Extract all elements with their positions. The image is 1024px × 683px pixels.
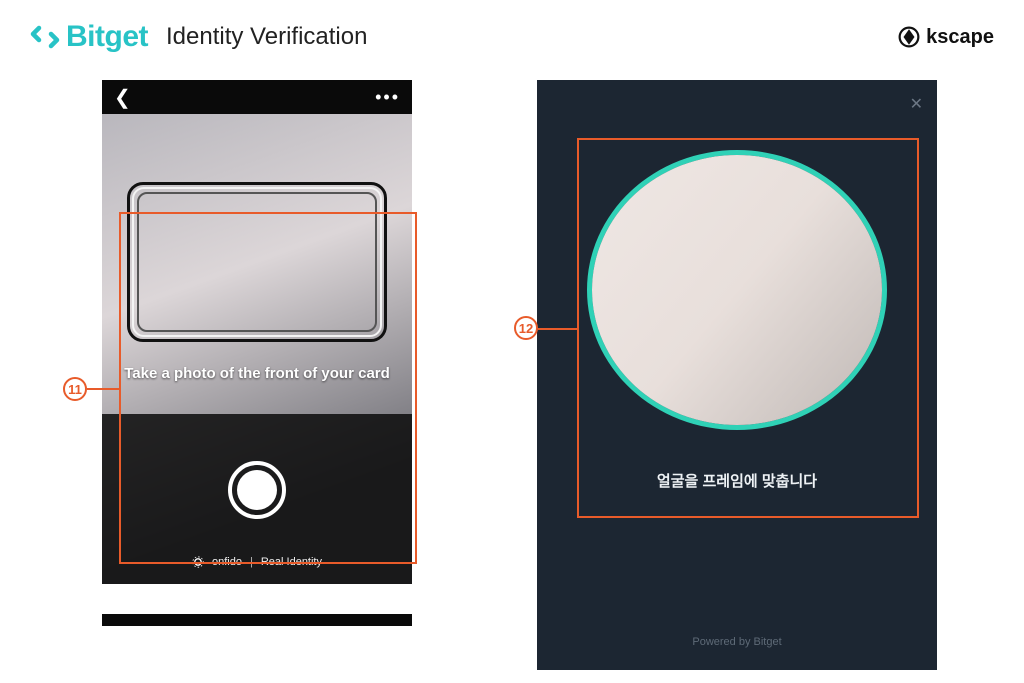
step-12-column: ✕ 얼굴을 프레임에 맞춥니다 Powered by Bitget 12 — [497, 80, 937, 683]
camera-viewport: Take a photo of the front of your card o… — [102, 114, 412, 584]
back-icon[interactable]: ❮ — [114, 85, 131, 110]
page-header: Bitget Identity Verification kscape — [30, 20, 994, 54]
footer-separator: | — [250, 556, 253, 568]
kscape-icon — [898, 26, 920, 48]
close-icon[interactable]: ✕ — [910, 94, 923, 114]
onfido-tag: Real Identity — [261, 556, 322, 568]
bitget-logo: Bitget — [30, 20, 148, 54]
phone-card-capture: ❮ ••• Take a photo of the front of your … — [102, 80, 412, 626]
powered-by: Powered by Bitget — [537, 636, 937, 648]
face-camera-feed — [592, 155, 882, 425]
onfido-label: onfido — [212, 556, 242, 568]
onfido-footer: onfido | Real Identity — [102, 556, 412, 568]
phone-topbar: ❮ ••• — [102, 80, 412, 114]
bitget-swap-icon — [30, 22, 60, 52]
face-instruction: 얼굴을 프레임에 맞춥니다 — [537, 470, 937, 491]
phone-face-capture: ✕ 얼굴을 프레임에 맞춥니다 Powered by Bitget — [537, 80, 937, 670]
capture-instruction: Take a photo of the front of your card — [122, 364, 392, 384]
bitget-wordmark: Bitget — [66, 20, 148, 54]
more-icon[interactable]: ••• — [375, 87, 400, 108]
content-row: ❮ ••• Take a photo of the front of your … — [0, 80, 1024, 683]
kscape-logo: kscape — [898, 26, 994, 49]
oval-ring — [587, 150, 887, 430]
step-11-column: ❮ ••• Take a photo of the front of your … — [87, 80, 427, 683]
onfido-icon — [192, 556, 204, 568]
kscape-wordmark: kscape — [926, 26, 994, 49]
callout-stem-11 — [87, 388, 119, 390]
callout-number-11: 11 — [63, 377, 87, 401]
page-title: Identity Verification — [166, 23, 367, 51]
callout-stem-12 — [538, 328, 578, 330]
header-left: Bitget Identity Verification — [30, 20, 367, 54]
callout-number-12: 12 — [514, 316, 538, 340]
card-outline — [127, 182, 387, 342]
phone-bottom-stub — [102, 614, 412, 626]
face-oval — [587, 150, 887, 430]
shutter-button[interactable] — [228, 461, 286, 519]
